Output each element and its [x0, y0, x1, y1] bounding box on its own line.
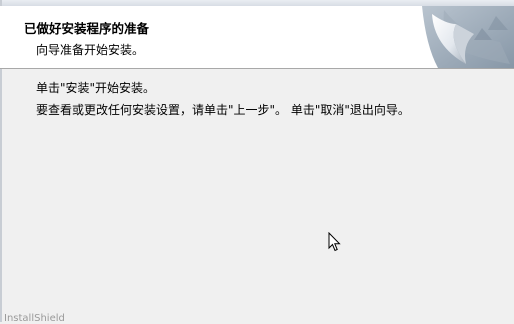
instruction-install: 单击"安装"开始安装。 [36, 81, 156, 95]
installshield-page-curl-icon [404, 6, 514, 68]
mouse-pointer-icon [328, 232, 341, 252]
page-title: 已做好安装程序的准备 [24, 21, 150, 36]
page-subtitle: 向导准备开始安装。 [36, 43, 145, 57]
instruction-review-settings: 要查看或更改任何安装设置，请单击"上一步"。 单击"取消"退出向导。 [36, 103, 410, 117]
wizard-header-banner: 已做好安装程序的准备 向导准备开始安装。 [0, 6, 514, 69]
wizard-body: 单击"安装"开始安装。 要查看或更改任何安装设置，请单击"上一步"。 单击"取消… [0, 69, 514, 309]
installshield-brand-label: InstallShield [4, 313, 65, 324]
